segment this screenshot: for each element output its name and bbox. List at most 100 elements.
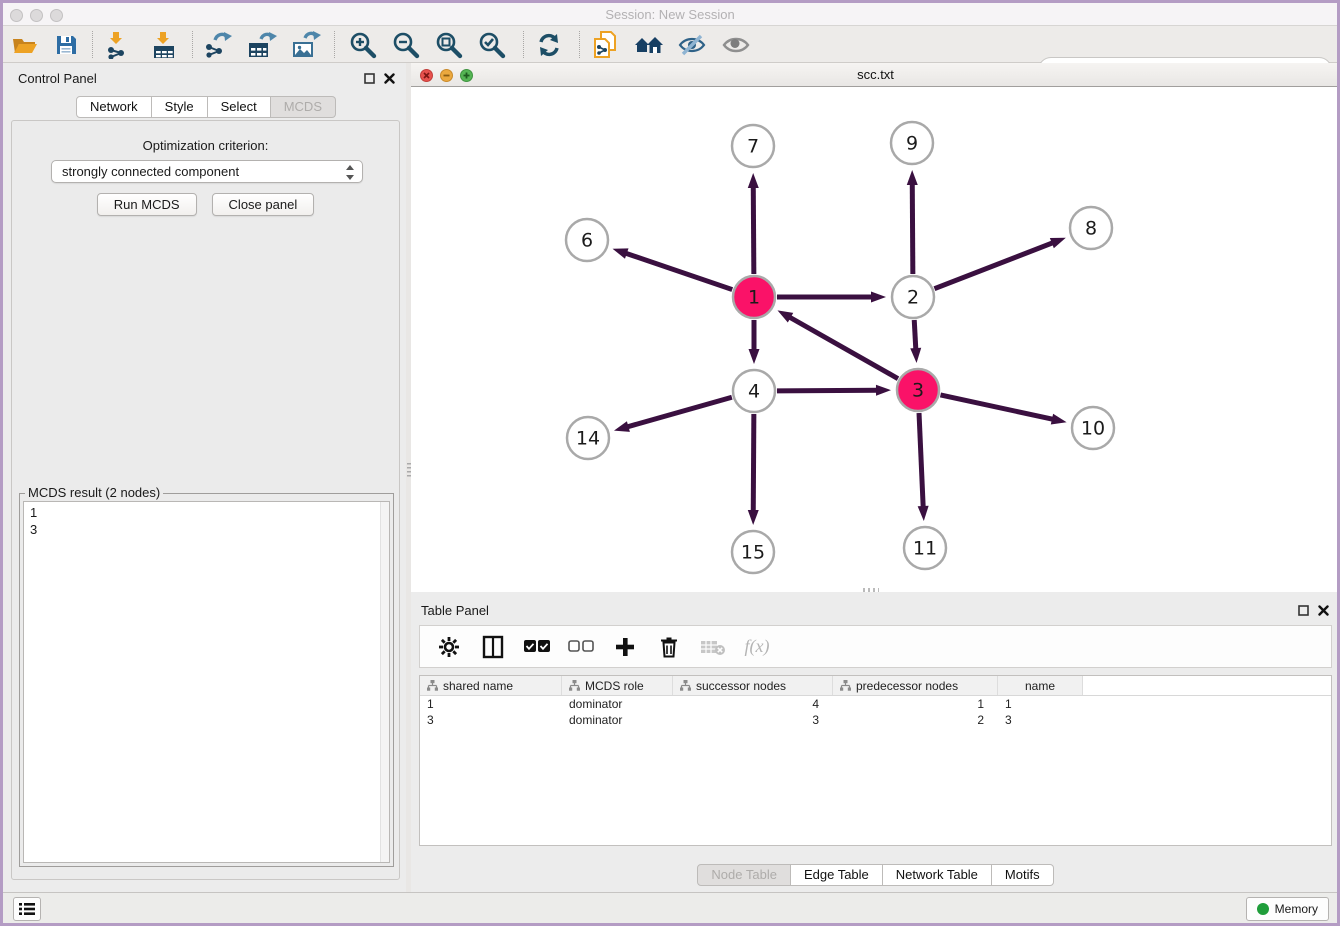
- sort-column-icon: [569, 680, 580, 691]
- node-label: 15: [741, 542, 765, 564]
- edge-2-9[interactable]: [912, 182, 913, 274]
- zoom-fit-icon[interactable]: [432, 30, 466, 60]
- node-table: shared nameMCDS rolesuccessor nodesprede…: [419, 675, 1332, 846]
- control-panel-tabs: NetworkStyleSelectMCDS: [6, 96, 406, 118]
- edge-arrowhead: [907, 170, 918, 185]
- column-header-predecessor-nodes[interactable]: predecessor nodes: [833, 676, 998, 695]
- edge-arrowhead: [876, 385, 891, 396]
- tab-style[interactable]: Style: [152, 96, 208, 118]
- export-table-icon[interactable]: [245, 30, 279, 60]
- network-frame-titlebar[interactable]: scc.txt: [411, 63, 1340, 87]
- edge-arrowhead: [748, 173, 759, 188]
- float-table-panel-icon[interactable]: [1296, 603, 1310, 617]
- table-header-row: shared nameMCDS rolesuccessor nodesprede…: [420, 676, 1331, 696]
- edge-arrowhead: [614, 421, 630, 432]
- network-view-frame: scc.txt 7968124314101511: [411, 63, 1340, 592]
- column-header-MCDS-role[interactable]: MCDS role: [562, 676, 673, 695]
- table-toolbar: f(x): [419, 625, 1332, 668]
- table-settings-gear-icon[interactable]: [434, 632, 464, 662]
- edge-4-14[interactable]: [626, 397, 732, 427]
- first-neighbors-icon[interactable]: [632, 30, 666, 60]
- run-mcds-button[interactable]: Run MCDS: [97, 193, 197, 216]
- tab-node-table[interactable]: Node Table: [697, 864, 791, 886]
- node-label: 14: [576, 428, 600, 450]
- tab-mcds[interactable]: MCDS: [271, 96, 336, 118]
- edge-arrowhead: [613, 248, 629, 258]
- delete-table-icon: [698, 632, 728, 662]
- node-label: 11: [913, 538, 937, 560]
- main-toolbar: [0, 26, 1340, 63]
- edge-1-6[interactable]: [624, 253, 732, 290]
- edge-3-10[interactable]: [940, 395, 1054, 420]
- task-history-button[interactable]: [13, 897, 41, 921]
- close-panel-icon[interactable]: [382, 71, 396, 85]
- toggle-columns-icon[interactable]: [478, 632, 508, 662]
- table-row[interactable]: 3dominator323: [420, 712, 1331, 728]
- edge-arrowhead: [910, 348, 921, 363]
- edge-arrowhead: [1051, 414, 1067, 425]
- memory-status-icon: [1257, 903, 1269, 915]
- sort-column-icon: [840, 680, 851, 691]
- tab-select[interactable]: Select: [208, 96, 271, 118]
- edge-arrowhead: [1050, 238, 1066, 249]
- tab-network-table[interactable]: Network Table: [883, 864, 992, 886]
- memory-button[interactable]: Memory: [1246, 897, 1329, 921]
- export-image-icon[interactable]: [289, 30, 323, 60]
- network-title: scc.txt: [411, 67, 1340, 82]
- node-label: 7: [747, 136, 759, 158]
- close-table-panel-icon[interactable]: [1316, 603, 1330, 617]
- column-header-shared-name[interactable]: shared name: [420, 676, 562, 695]
- select-all-columns-icon[interactable]: [522, 632, 552, 662]
- mcds-result-line: 3: [30, 521, 37, 538]
- export-network-icon[interactable]: [201, 30, 235, 60]
- tab-motifs[interactable]: Motifs: [992, 864, 1054, 886]
- import-table-icon[interactable]: [148, 30, 182, 60]
- create-column-icon[interactable]: [610, 632, 640, 662]
- delete-column-icon[interactable]: [654, 632, 684, 662]
- column-header-successor-nodes[interactable]: successor nodes: [673, 676, 833, 695]
- column-header-name[interactable]: name: [998, 676, 1083, 695]
- edge-2-3[interactable]: [914, 320, 916, 351]
- edge-arrowhead: [871, 292, 886, 303]
- hide-selected-icon[interactable]: [675, 30, 709, 60]
- zoom-out-icon[interactable]: [389, 30, 423, 60]
- import-network-icon[interactable]: [101, 30, 135, 60]
- table-panel: Table Panel: [411, 595, 1340, 890]
- save-session-icon[interactable]: [49, 30, 83, 60]
- close-panel-button[interactable]: Close panel: [212, 193, 315, 216]
- float-panel-icon[interactable]: [362, 71, 376, 85]
- node-label: 8: [1085, 218, 1097, 240]
- function-builder-icon: f(x): [742, 632, 772, 662]
- show-all-icon[interactable]: [719, 30, 753, 60]
- mcds-result-list[interactable]: 13: [23, 501, 390, 863]
- edge-arrowhead: [918, 506, 929, 521]
- criterion-select[interactable]: strongly connected component: [51, 160, 363, 183]
- refresh-layout-icon[interactable]: [532, 30, 566, 60]
- open-session-icon[interactable]: [8, 30, 42, 60]
- tab-edge-table[interactable]: Edge Table: [791, 864, 883, 886]
- edge-4-3[interactable]: [777, 390, 879, 391]
- clone-network-icon[interactable]: [588, 30, 622, 60]
- edge-4-15[interactable]: [753, 414, 754, 513]
- zoom-in-icon[interactable]: [346, 30, 380, 60]
- table-row[interactable]: 1dominator411: [420, 696, 1331, 712]
- edge-2-8[interactable]: [934, 242, 1054, 289]
- network-canvas[interactable]: 7968124314101511: [411, 87, 1340, 590]
- edge-3-11[interactable]: [919, 413, 923, 509]
- node-label: 3: [912, 380, 924, 402]
- zoom-selected-icon[interactable]: [475, 30, 509, 60]
- control-panel: Control Panel NetworkStyleSelectMCDS Opt…: [6, 63, 406, 892]
- chevron-updown-icon: [345, 165, 355, 183]
- deselect-all-columns-icon[interactable]: [566, 632, 596, 662]
- mcds-result-group: MCDS result (2 nodes) 13: [19, 493, 394, 867]
- sort-column-icon: [680, 680, 691, 691]
- node-label: 2: [907, 287, 919, 309]
- edge-3-1[interactable]: [788, 316, 898, 378]
- node-label: 4: [748, 381, 760, 403]
- control-panel-title: Control Panel: [18, 71, 97, 86]
- node-label: 10: [1081, 418, 1105, 440]
- edge-1-7[interactable]: [753, 185, 754, 274]
- tab-network[interactable]: Network: [76, 96, 152, 118]
- scrollbar[interactable]: [380, 502, 389, 862]
- frame-resize-grip[interactable]: [863, 588, 879, 592]
